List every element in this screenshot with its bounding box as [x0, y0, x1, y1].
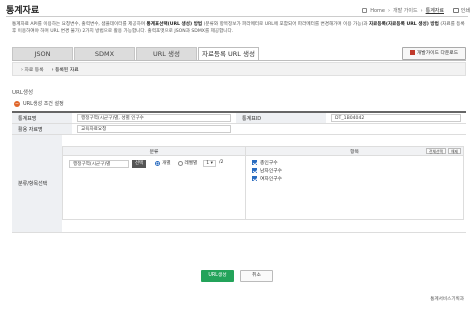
tab-registration-url[interactable]: 자료등록 URL 생성	[198, 47, 259, 60]
desc-line1-prefix: 통계자료 API를 이용하는 요청변수, 출력변수, 샘플데이터를 제공하며	[12, 22, 147, 27]
print-icon	[452, 8, 459, 13]
item-total-pop[interactable]: 총인구수	[252, 160, 457, 168]
breadcrumb-stat-data[interactable]: 통계자료	[426, 7, 444, 14]
home-icon[interactable]	[362, 8, 368, 13]
radio-on-icon	[155, 160, 161, 166]
checkbox-checked-icon	[252, 168, 257, 173]
stat-name-field[interactable]: 행정구역(시군구)별, 성별 인구수	[77, 114, 231, 122]
checkbox-checked-icon	[252, 176, 257, 181]
class-header: 분류	[63, 147, 246, 155]
desc-line2-bold: 자료등록(자료등록 URL 생성) 방법	[368, 22, 439, 27]
options-label: URL생성 조건 설정	[23, 101, 64, 107]
level-select[interactable]: 1 ▾	[203, 160, 216, 167]
item-header: 항목	[350, 149, 359, 155]
section-title: URL생성	[12, 90, 34, 96]
cancel-button[interactable]: 취소	[240, 270, 273, 282]
item-female-pop[interactable]: 여자인구수	[252, 176, 457, 184]
format-tabs: JSON SDMX URL 생성 자료등록 URL 생성	[12, 47, 260, 60]
reg-name-field[interactable]: 교육자료요청	[77, 125, 231, 133]
title-divider	[6, 16, 468, 17]
options-toggle[interactable]: − URL생성 조건 설정	[14, 100, 64, 107]
desc-line1-bold: 통계표선택(URL 생성) 방법	[146, 22, 203, 27]
radio-off-icon	[177, 160, 183, 166]
generate-url-button[interactable]: URL생성	[201, 270, 234, 282]
class-item-label: 분류/항목선택	[12, 135, 62, 232]
level-label: 레벨별	[184, 161, 198, 166]
class-item-selector: 분류 항목 전체선택 해제 행정구역(시군구)별 선택 개별 레벨별 1 ▾ /…	[62, 146, 464, 220]
subtab-registered[interactable]: › 등록된 자료	[52, 66, 79, 73]
collapse-icon: −	[14, 100, 20, 107]
item-male-pop[interactable]: 남자인구수	[252, 168, 457, 176]
desc-line1-suffix: (분류와 항목정보가 파라메터로 URL에 포함되어 파라메터를 변경해가며 이…	[202, 22, 364, 27]
select-all-button[interactable]: 전체선택	[426, 148, 446, 154]
footer-dept-link[interactable]: 통계서비스기획과	[430, 296, 464, 302]
print-label: 인쇄	[460, 8, 470, 14]
level-radio[interactable]: 레벨별	[177, 160, 198, 166]
stat-id-field[interactable]: DT_1B04042	[331, 114, 461, 122]
form-row-stat: 통계표명 행정구역(시군구)별, 성별 인구수 통계표ID DT_1B04042	[12, 113, 466, 124]
class-field[interactable]: 행정구역(시군구)별	[69, 160, 129, 168]
subtab-register[interactable]: › 자료 등록	[21, 66, 44, 73]
item-list: 총인구수 남자인구수 여자인구수	[246, 156, 463, 220]
breadcrumb-home[interactable]: Home	[370, 8, 385, 14]
subtabs: › 자료 등록 › 등록된 자료	[12, 62, 466, 76]
dev-guide-label: 개발가이드 다운로드	[416, 51, 459, 56]
level-total: /2	[218, 160, 224, 165]
dev-guide-download-button[interactable]: 개발가이드 다운로드	[402, 47, 466, 60]
page-description: 통계자료 API를 이용하는 요청변수, 출력변수, 샘플데이터를 제공하며 통…	[12, 21, 466, 35]
clear-button[interactable]: 해제	[448, 148, 461, 154]
tab-json[interactable]: JSON	[12, 47, 73, 60]
print-button[interactable]: 인쇄	[452, 7, 470, 14]
tab-url-create[interactable]: URL 생성	[136, 47, 197, 60]
tab-sdmx[interactable]: SDMX	[74, 47, 135, 60]
pdf-icon	[409, 50, 415, 55]
checkbox-checked-icon	[252, 160, 257, 165]
class-select-button[interactable]: 선택	[132, 160, 147, 168]
form-actions: URL생성 취소	[0, 270, 474, 282]
tabs-divider	[12, 60, 466, 61]
breadcrumb-dev-guide[interactable]: 개발 가이드	[393, 7, 418, 14]
individual-radio[interactable]: 개별	[155, 160, 171, 166]
stat-id-label: 통계표ID	[236, 113, 326, 123]
stat-name-label: 통계표명	[12, 113, 72, 123]
breadcrumb: Home › 개발 가이드 › 통계자료	[362, 7, 444, 14]
page-title: 통계자료	[6, 6, 40, 16]
selector-header: 분류 항목 전체선택 해제	[63, 147, 463, 156]
reg-name-label: 활용 자료명	[12, 124, 72, 134]
form-row-reg: 활용 자료명 교육자료요청	[12, 124, 466, 135]
individual-label: 개별	[162, 161, 171, 166]
